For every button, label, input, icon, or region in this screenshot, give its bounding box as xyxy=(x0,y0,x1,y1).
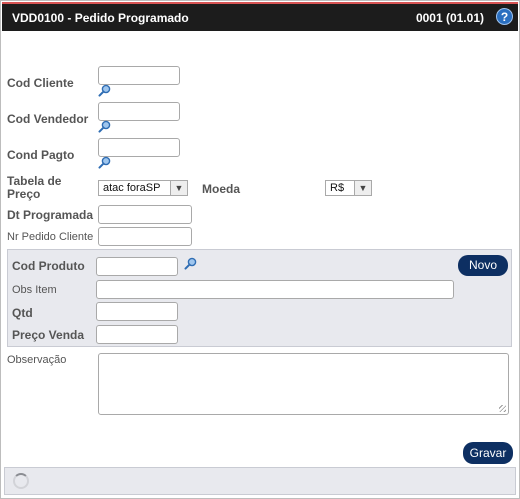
cod-produto-lookup-icon[interactable] xyxy=(184,257,197,270)
nr-pedido-cliente-label: Nr Pedido Cliente xyxy=(7,231,94,243)
tabela-preco-label: Tabela de Preço xyxy=(7,175,61,201)
chevron-down-icon: ▼ xyxy=(170,181,187,195)
preco-venda-label: Preço Venda xyxy=(12,328,85,342)
cod-vendedor-input[interactable] xyxy=(98,102,180,121)
chevron-down-icon: ▼ xyxy=(354,181,371,195)
observacao-label: Observação xyxy=(7,354,67,366)
novo-button[interactable]: Novo xyxy=(458,255,508,276)
tabela-preco-value: atac foraSP xyxy=(103,182,161,194)
dt-programada-input[interactable] xyxy=(98,205,192,224)
moeda-label: Moeda xyxy=(202,182,241,196)
resize-handle-icon[interactable] xyxy=(499,405,506,412)
preco-venda-input[interactable] xyxy=(96,325,178,344)
moeda-value: R$ xyxy=(330,182,345,194)
nr-pedido-cliente-input[interactable] xyxy=(98,227,192,246)
observacao-textarea[interactable] xyxy=(98,353,509,415)
obs-item-input[interactable] xyxy=(96,280,454,299)
moeda-select[interactable]: R$ ▼ xyxy=(325,180,372,196)
cond-pagto-label: Cond Pagto xyxy=(7,148,75,162)
window-title: VDD0100 - Pedido Programado xyxy=(12,11,189,25)
tabela-preco-select[interactable]: atac foraSP ▼ xyxy=(98,180,188,196)
cod-vendedor-lookup-icon[interactable] xyxy=(98,120,111,133)
qtd-input[interactable] xyxy=(96,302,178,321)
obs-item-label: Obs Item xyxy=(12,284,57,296)
app-window: VDD0100 - Pedido Programado 0001 (01.01)… xyxy=(0,0,520,499)
tabela-preco-label-line1: Tabela de xyxy=(7,174,62,188)
help-icon[interactable]: ? xyxy=(496,8,513,25)
cod-cliente-lookup-icon[interactable] xyxy=(98,84,111,97)
item-panel: Cod Produto Novo Obs Item Qtd Preço Vend… xyxy=(7,249,512,347)
status-footer xyxy=(4,467,516,495)
title-bar: VDD0100 - Pedido Programado 0001 (01.01)… xyxy=(2,2,518,31)
tabela-preco-label-line2: Preço xyxy=(7,187,41,201)
version-label: 0001 (01.01) xyxy=(415,11,484,25)
dt-programada-label: Dt Programada xyxy=(7,208,94,222)
cond-pagto-lookup-icon[interactable] xyxy=(98,156,111,169)
cod-cliente-label: Cod Cliente xyxy=(7,76,74,90)
spinner-icon xyxy=(13,473,29,489)
qtd-label: Qtd xyxy=(12,306,33,320)
cond-pagto-input[interactable] xyxy=(98,138,180,157)
cod-cliente-input[interactable] xyxy=(98,66,180,85)
cod-produto-label: Cod Produto xyxy=(12,259,85,273)
cod-produto-input[interactable] xyxy=(96,257,178,276)
cod-vendedor-label: Cod Vendedor xyxy=(7,112,89,126)
gravar-button[interactable]: Gravar xyxy=(463,442,513,464)
